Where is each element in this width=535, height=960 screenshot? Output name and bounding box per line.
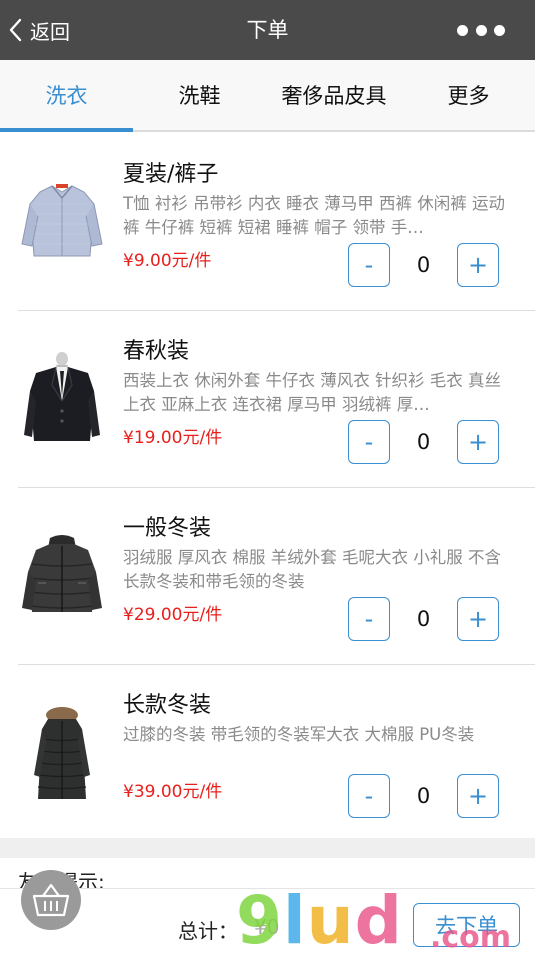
list-item: 春秋装 西装上衣 休闲外套 牛仔衣 薄风衣 针织衫 毛衣 真丝上衣 亚麻上衣 连… (18, 311, 535, 488)
item-description: 西装上衣 休闲外套 牛仔衣 薄风衣 针织衫 毛衣 真丝上衣 亚麻上衣 连衣裙 厚… (123, 371, 501, 414)
item-description: 过膝的冬装 带毛领的冬装军大衣 大棉服 PU冬装 (123, 725, 475, 744)
item-name: 一般冬装 (123, 516, 212, 541)
increase-button[interactable]: + (457, 774, 499, 818)
quantity-stepper: - 0 + (348, 420, 500, 464)
decrease-button[interactable]: - (348, 597, 390, 641)
item-price: ¥29.00元/件 (123, 605, 223, 625)
dot (494, 24, 505, 36)
total-label: 总计： (178, 919, 238, 943)
item-name: 春秋装 (123, 339, 190, 364)
decrease-button[interactable]: - (348, 774, 390, 818)
quantity-value: 0 (416, 430, 431, 454)
category-tabs: 洗衣 洗鞋 奢侈品皮具 更多 (0, 60, 535, 132)
long-coat-image (34, 707, 90, 799)
cart-button[interactable] (21, 870, 81, 930)
down-jacket-image (22, 535, 102, 612)
item-price: ¥39.00元/件 (123, 782, 223, 802)
page-title: 下单 (246, 18, 289, 42)
tab-wash-shoes[interactable]: 洗鞋 (133, 60, 266, 130)
top-navbar: 返回 下单 (0, 0, 535, 60)
shirt-image (21, 184, 103, 257)
quantity-value: 0 (416, 784, 431, 808)
quantity-stepper: - 0 + (348, 774, 500, 818)
place-order-button[interactable]: 去下单 (413, 903, 520, 947)
item-name: 夏装/裤子 (123, 162, 219, 187)
item-description: 羽绒服 厚风衣 棉服 羊绒外套 毛呢大衣 小礼服 不含长款冬装和带毛领的冬装 (123, 548, 501, 591)
section-divider (0, 838, 535, 858)
product-list: 夏装/裤子 T恤 衬衫 吊带衫 内衣 睡衣 薄马甲 西裤 休闲裤 运动裤 牛仔裤… (0, 134, 535, 842)
item-description: T恤 衬衫 吊带衫 内衣 睡衣 薄马甲 西裤 休闲裤 运动裤 牛仔裤 短裤 短裙… (123, 194, 506, 237)
tab-luxury-leather[interactable]: 奢侈品皮具 (266, 60, 402, 130)
dot (475, 24, 487, 36)
quantity-value: 0 (416, 607, 431, 631)
back-label: 返回 (30, 19, 70, 44)
list-item: 长款冬装 过膝的冬装 带毛领的冬装军大衣 大棉服 PU冬装 ¥39.00元/件 … (18, 665, 535, 842)
tab-wash-clothes[interactable]: 洗衣 (0, 60, 133, 132)
quantity-stepper: - 0 + (348, 243, 500, 287)
suit-image (24, 352, 100, 441)
list-item: 一般冬装 羽绒服 厚风衣 棉服 羊绒外套 毛呢大衣 小礼服 不含长款冬装和带毛领… (18, 488, 535, 665)
decrease-button[interactable]: - (348, 243, 390, 287)
decrease-button[interactable]: - (348, 420, 390, 464)
chevron-left-icon (9, 18, 22, 42)
quantity-stepper: - 0 + (348, 597, 500, 641)
quantity-value: 0 (416, 253, 431, 277)
item-price: ¥19.00元/件 (123, 428, 223, 448)
item-name: 长款冬装 (123, 693, 212, 718)
tab-more[interactable]: 更多 (402, 60, 535, 130)
increase-button[interactable]: + (457, 420, 499, 464)
list-item: 夏装/裤子 T恤 衬衫 吊带衫 内衣 睡衣 薄马甲 西裤 休闲裤 运动裤 牛仔裤… (18, 134, 535, 311)
more-dots-icon[interactable] (457, 18, 505, 42)
item-price: ¥9.00元/件 (123, 251, 212, 271)
dot (457, 24, 468, 36)
increase-button[interactable]: + (457, 243, 499, 287)
increase-button[interactable]: + (457, 597, 499, 641)
total-value: ¥0 (254, 915, 280, 939)
back-button[interactable]: 返回 (6, 12, 70, 48)
basket-icon (32, 883, 70, 917)
